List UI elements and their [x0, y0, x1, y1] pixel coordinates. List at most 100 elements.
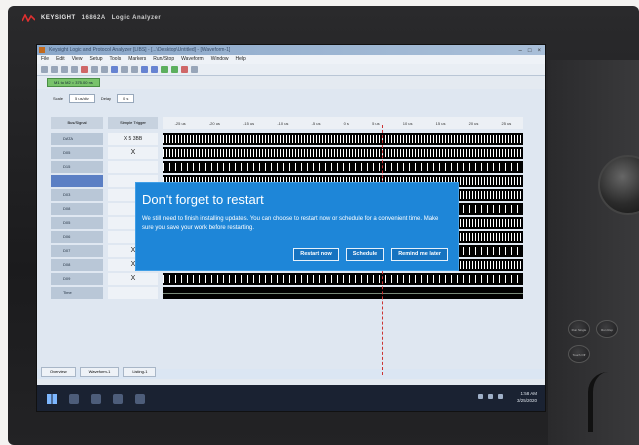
- dialog-buttons: Restart now Schedule Remind me later: [293, 248, 448, 261]
- signal-name[interactable]: D05: [51, 147, 103, 159]
- monitor-photo: KEYSIGHT 16862A Logic Analyzer Run Singl…: [0, 0, 639, 445]
- file-explorer-icon[interactable]: [135, 394, 145, 404]
- listing-icon[interactable]: [121, 66, 128, 73]
- settings-icon[interactable]: [191, 66, 198, 73]
- run-repetitive-icon[interactable]: [171, 66, 178, 73]
- ruler-tick: -15 us: [243, 120, 255, 126]
- volume-icon[interactable]: [488, 394, 493, 399]
- run-icon[interactable]: [161, 66, 168, 73]
- signal-name[interactable]: D05: [51, 217, 103, 229]
- schedule-button[interactable]: Schedule: [345, 248, 385, 261]
- open-icon[interactable]: [51, 66, 58, 73]
- menu-help[interactable]: Help: [236, 55, 246, 64]
- time-ruler[interactable]: -25 us -20 us -15 us -10 us -5 us 0 s 5 …: [163, 117, 523, 129]
- model-number: 16862A: [81, 15, 106, 21]
- clock-date: 3/25/2020: [516, 398, 537, 403]
- remind-me-later-button[interactable]: Remind me later: [391, 248, 448, 261]
- find-icon[interactable]: [131, 66, 138, 73]
- signal-name[interactable]: D08: [51, 259, 103, 271]
- restart-now-button[interactable]: Restart now: [293, 248, 339, 261]
- run-rep-button[interactable]: Run Rep: [596, 320, 618, 338]
- edge-icon[interactable]: [151, 66, 158, 73]
- simple-trigger-header[interactable]: Simple Trigger: [108, 117, 158, 129]
- signal-row: D05 X: [51, 147, 545, 160]
- tab-waveform[interactable]: Waveform-1: [79, 367, 120, 377]
- signal-name[interactable]: D03: [51, 189, 103, 201]
- ruler-tick: 15 us: [435, 120, 446, 126]
- waveform-header: Bus/Signal Simple Trigger -25 us -20 us …: [51, 117, 545, 129]
- clock[interactable]: 1:58 AM 3/25/2020: [517, 390, 537, 404]
- brand-name: KEYSIGHT: [41, 15, 76, 21]
- menu-tools[interactable]: Tools: [110, 55, 122, 64]
- menu-markers[interactable]: Markers: [128, 55, 146, 64]
- trigger-value[interactable]: X: [108, 147, 158, 159]
- trigger-value[interactable]: [108, 287, 158, 299]
- run-single-button[interactable]: Run Single: [568, 320, 590, 338]
- signal-name[interactable]: D06: [51, 231, 103, 243]
- marker-bar: M1 to M2 = 375.00 ns: [37, 76, 545, 89]
- tab-overview[interactable]: Overview: [41, 367, 76, 377]
- ruler-tick: -25 us: [174, 120, 186, 126]
- waveform-trace[interactable]: [163, 133, 523, 145]
- signal-name[interactable]: D09: [51, 273, 103, 285]
- save-icon[interactable]: [61, 66, 68, 73]
- zoom-in-icon[interactable]: [91, 66, 98, 73]
- windows-start-icon[interactable]: [47, 394, 57, 404]
- bus-signal-header[interactable]: Bus/Signal: [51, 117, 103, 129]
- signal-row: D15: [51, 161, 545, 174]
- trigger-value[interactable]: X: [108, 273, 158, 285]
- marker-icon[interactable]: [81, 66, 88, 73]
- signal-name[interactable]: D08: [51, 203, 103, 215]
- signal-name[interactable]: D15: [51, 161, 103, 173]
- touch-off-button[interactable]: Touch Off: [568, 345, 590, 363]
- clock-time: 1:58 AM: [520, 391, 537, 396]
- trigger-icon[interactable]: [141, 66, 148, 73]
- print-icon[interactable]: [71, 66, 78, 73]
- new-icon[interactable]: [41, 66, 48, 73]
- close-icon[interactable]: ×: [537, 46, 541, 56]
- signal-name[interactable]: D07: [51, 245, 103, 257]
- menu-bar: File Edit View Setup Tools Markers Run/S…: [37, 55, 545, 64]
- menu-view[interactable]: View: [72, 55, 83, 64]
- waveform-trace[interactable]: [163, 273, 523, 285]
- waveform-trace[interactable]: [163, 161, 523, 173]
- menu-run-stop[interactable]: Run/Stop: [153, 55, 174, 64]
- task-view-icon[interactable]: [91, 394, 101, 404]
- signal-row: Time: [51, 287, 545, 300]
- app-taskbar-icon[interactable]: [113, 394, 123, 404]
- signal-row: DATA X 5 3BB: [51, 133, 545, 146]
- delay-label: Delay: [100, 95, 112, 101]
- window-controls: – □ ×: [519, 46, 541, 56]
- waveform-icon[interactable]: [111, 66, 118, 73]
- tab-listing[interactable]: Listing-1: [123, 367, 157, 377]
- network-icon[interactable]: [478, 394, 483, 399]
- delay-field[interactable]: 0 s: [117, 93, 135, 103]
- signal-name[interactable]: DATA: [51, 133, 103, 145]
- marker-readout[interactable]: M1 to M2 = 375.00 ns: [47, 78, 100, 87]
- stop-icon[interactable]: [181, 66, 188, 73]
- model-subtitle: Logic Analyzer: [111, 15, 162, 21]
- maximize-icon[interactable]: □: [528, 46, 532, 56]
- search-icon[interactable]: [69, 394, 79, 404]
- toolbar: [37, 64, 545, 76]
- window-title: Keysight Logic and Protocol Analyzer [LI…: [49, 47, 231, 53]
- scale-field[interactable]: 5 us/div: [69, 93, 95, 103]
- menu-file[interactable]: File: [41, 55, 49, 64]
- waveform-trace[interactable]: [163, 287, 523, 299]
- menu-edit[interactable]: Edit: [56, 55, 65, 64]
- taskbar: 1:58 AM 3/25/2020: [37, 385, 545, 411]
- signal-name[interactable]: Time: [51, 287, 103, 299]
- notification-icon[interactable]: [498, 394, 503, 399]
- trigger-value[interactable]: X 5 3BB: [108, 133, 158, 145]
- menu-window[interactable]: Window: [211, 55, 229, 64]
- dialog-body: We still need to finish installing updat…: [142, 216, 439, 231]
- ruler-tick: 10 us: [402, 120, 413, 126]
- menu-waveform[interactable]: Waveform: [181, 55, 204, 64]
- menu-setup[interactable]: Setup: [89, 55, 102, 64]
- ruler-tick: 0 s: [343, 120, 349, 126]
- signal-name-selected[interactable]: [51, 175, 103, 187]
- waveform-trace[interactable]: [163, 147, 523, 159]
- minimize-icon[interactable]: –: [519, 46, 522, 56]
- trigger-value[interactable]: [108, 161, 158, 173]
- zoom-out-icon[interactable]: [101, 66, 108, 73]
